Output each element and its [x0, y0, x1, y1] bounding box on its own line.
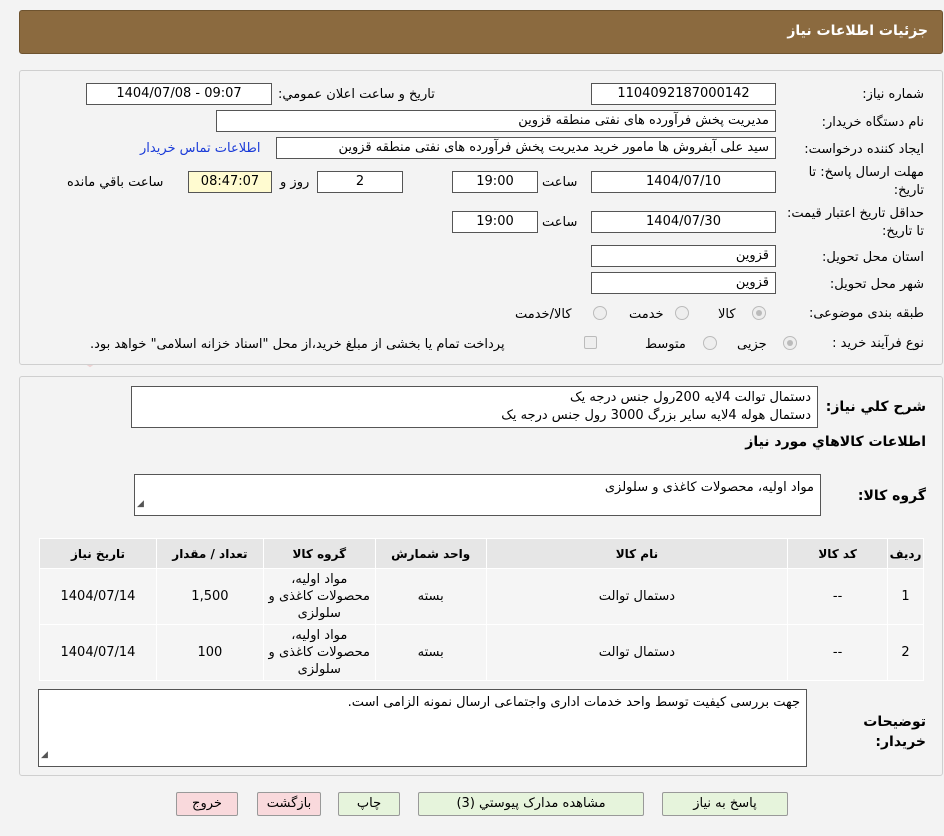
province-label: استان محل تحویل:: [822, 250, 924, 265]
process-label: نوع فرآیند خرید :: [832, 336, 924, 351]
cell-date: 1404/07/14: [39, 568, 157, 625]
days-and-label: روز و: [280, 175, 310, 190]
print-button[interactable]: چاپ: [338, 792, 400, 816]
need-number-field: 1104092187000142: [591, 83, 776, 105]
goods-group-value: مواد اولیه، محصولات کاغذی و سلولزی: [604, 480, 814, 495]
cell-code: --: [787, 624, 889, 681]
remaining-label: ساعت باقي مانده: [67, 175, 164, 190]
buyer-org-label: نام دستگاه خریدار:: [821, 115, 924, 130]
cell-name: دستمال توالت: [485, 624, 789, 681]
exit-button[interactable]: خروج: [176, 792, 238, 816]
category-option-goods-service: کالا/خدمت: [515, 307, 572, 322]
attachments-button[interactable]: مشاهده مدارک پیوستي (3): [418, 792, 644, 816]
description-line-1: دستمال توالت 4لایه 200رول جنس درجه یک: [570, 390, 811, 405]
deadline-time-label: ساعت: [542, 175, 578, 190]
description-label: شرح کلي نیاز:: [825, 399, 926, 415]
category-option-goods: کالا: [718, 307, 736, 322]
buyer-org-field: مدیریت پخش فرآورده های نفتی منطقه قزوین: [216, 110, 776, 132]
table-row: 1 -- دستمال توالت بسته مواد اولیه، محصول…: [39, 568, 924, 625]
remaining-time-field: 08:47:07: [188, 171, 272, 193]
category-radio-service[interactable]: [675, 306, 689, 320]
buyer-contact-link[interactable]: اطلاعات تماس خریدار: [140, 141, 260, 156]
goods-group-label: گروه کالا:: [857, 488, 926, 504]
validity-label: حداقل تاریخ اعتبار قیمت: تا تاریخ:: [786, 206, 924, 239]
col-unit: واحد شمارش: [374, 538, 487, 569]
cell-group: مواد اولیه، محصولات کاغذی و سلولزی: [262, 568, 376, 625]
announce-label: تاریخ و ساعت اعلان عمومي:: [278, 87, 435, 102]
cell-unit: بسته: [374, 568, 487, 625]
reply-button[interactable]: پاسخ به نیاز: [662, 792, 788, 816]
cell-qty: 100: [155, 624, 264, 681]
category-option-service: خدمت: [629, 307, 664, 322]
deadline-time-field: 19:00: [452, 171, 538, 193]
process-radio-medium[interactable]: [703, 336, 717, 350]
validity-date-field: 1404/07/30: [591, 211, 776, 233]
cell-unit: بسته: [374, 624, 487, 681]
goods-section-title: اطلاعات کالاهاي مورد نیاز: [745, 434, 926, 450]
category-label: طبقه بندی موضوعی:: [808, 306, 924, 321]
treasury-checkbox[interactable]: [584, 336, 597, 349]
days-field: 2: [317, 171, 403, 193]
city-field: قزوین: [591, 272, 776, 294]
table-row: 2 -- دستمال توالت بسته مواد اولیه، محصول…: [39, 624, 924, 681]
page-header: جزئیات اطلاعات نیاز: [19, 10, 943, 54]
description-textarea: دستمال توالت 4لایه 200رول جنس درجه یک دس…: [131, 386, 818, 428]
cell-row: 2: [887, 624, 924, 681]
cell-date: 1404/07/14: [39, 624, 157, 681]
deadline-label: مهلت ارسال پاسخ: تا تاریخ:: [808, 165, 924, 198]
page-title: جزئیات اطلاعات نیاز: [787, 23, 928, 39]
back-button[interactable]: بازگشت: [257, 792, 321, 816]
cell-row: 1: [887, 568, 924, 625]
process-radio-minor[interactable]: [783, 336, 797, 350]
announce-field: 1404/07/08 - 09:07: [86, 83, 272, 105]
goods-table: ردیف کد کالا نام کالا واحد شمارش گروه کا…: [39, 538, 924, 681]
requester-label: ایجاد کننده درخواست:: [804, 142, 924, 157]
col-code: کد کالا: [787, 538, 889, 569]
cell-group: مواد اولیه، محصولات کاغذی و سلولزی: [262, 624, 376, 681]
validity-time-field: 19:00: [452, 211, 538, 233]
col-group: گروه کالا: [262, 538, 376, 569]
col-qty: تعداد / مقدار: [155, 538, 264, 569]
deadline-date-field: 1404/07/10: [591, 171, 776, 193]
cell-code: --: [787, 568, 889, 625]
city-label: شهر محل تحویل:: [829, 277, 924, 292]
col-row: ردیف: [887, 538, 924, 569]
requester-field: سید علی آبفروش ها مامور خرید مدیریت پخش …: [276, 137, 776, 159]
col-date: تاریخ نیاز: [39, 538, 157, 569]
process-option-minor: جزیی: [737, 337, 767, 352]
description-line-2: دستمال هوله 4لایه سایر بزرگ 3000 رول جنس…: [501, 408, 811, 423]
need-number-label: شماره نیاز:: [862, 87, 924, 102]
goods-table-header: ردیف کد کالا نام کالا واحد شمارش گروه کا…: [39, 538, 924, 569]
category-radio-goods-service[interactable]: [593, 306, 607, 320]
validity-time-label: ساعت: [542, 215, 578, 230]
process-option-medium: متوسط: [645, 337, 686, 352]
resize-grip-icon[interactable]: ◢: [41, 746, 48, 764]
buyer-notes-textarea: جهت بررسی کیفیت توسط واحد خدمات اداری وا…: [38, 689, 807, 767]
resize-grip-icon[interactable]: ◢: [137, 495, 144, 513]
buyer-notes-label: توضیحات خریدار:: [863, 714, 926, 750]
payment-note: پرداخت تمام یا بخشی از مبلغ خرید،از محل …: [90, 337, 505, 352]
category-radio-goods[interactable]: [752, 306, 766, 320]
province-field: قزوین: [591, 245, 776, 267]
buyer-notes-text: جهت بررسی کیفیت توسط واحد خدمات اداری وا…: [347, 695, 800, 710]
goods-group-textarea: مواد اولیه، محصولات کاغذی و سلولزی ◢: [134, 474, 821, 516]
cell-name: دستمال توالت: [485, 568, 789, 625]
col-name: نام کالا: [485, 538, 789, 569]
cell-qty: 1,500: [155, 568, 264, 625]
